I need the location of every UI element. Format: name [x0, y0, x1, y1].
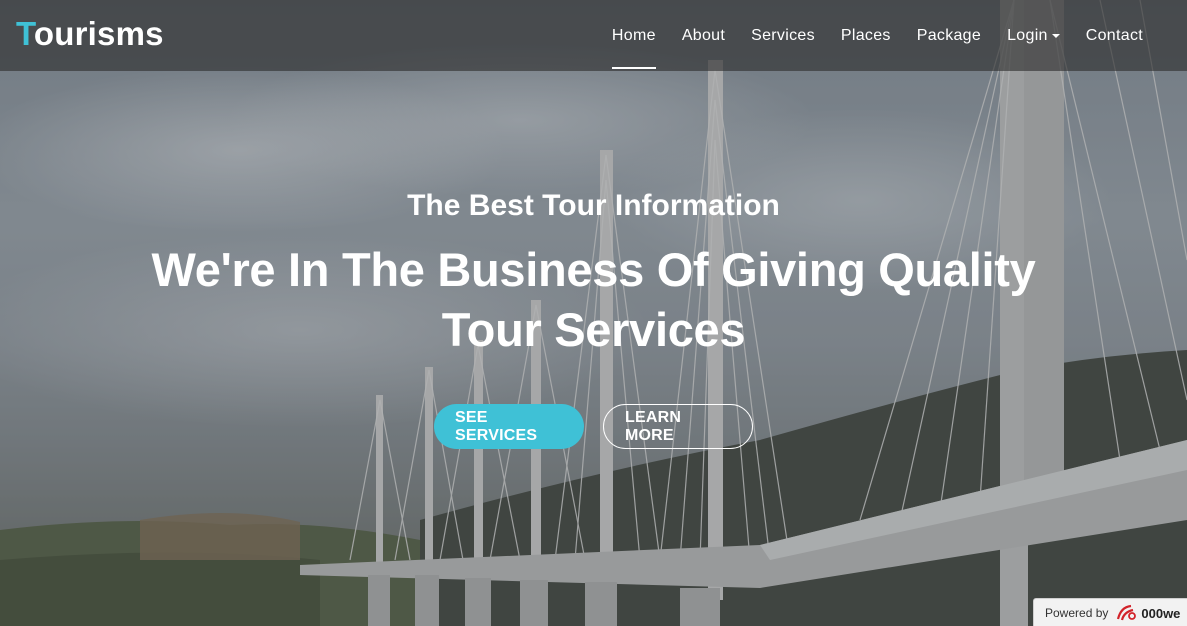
- hero-headline: We're In The Business Of Giving Quality …: [151, 243, 1036, 356]
- hero-cta-group: SEE SERVICES LEARN MORE: [0, 404, 1187, 449]
- see-services-button[interactable]: SEE SERVICES: [434, 404, 584, 449]
- nav-item-home[interactable]: Home: [611, 0, 656, 71]
- nav-label: About: [681, 26, 726, 44]
- nav-label: Services: [751, 26, 815, 44]
- nav-label: Places: [840, 26, 891, 44]
- nav-item-places[interactable]: Places: [841, 0, 891, 71]
- learn-more-button[interactable]: LEARN MORE: [603, 404, 753, 449]
- brand-initial: T: [16, 15, 34, 52]
- caret-down-icon: [1051, 33, 1060, 38]
- nav-item-about[interactable]: About: [682, 0, 725, 71]
- main-nav: Home About Services Places Package Login…: [586, 0, 1143, 71]
- nav-item-package[interactable]: Package: [917, 0, 981, 71]
- powered-by-label: Powered by: [1045, 606, 1109, 620]
- nav-item-login[interactable]: Login: [1007, 0, 1060, 71]
- nav-label: Home: [611, 26, 656, 44]
- host-brand-name: 000we: [1141, 605, 1181, 621]
- nav-item-contact[interactable]: Contact: [1086, 0, 1143, 71]
- hero-kicker: The Best Tour Information: [407, 189, 780, 222]
- nav-label: Contact: [1085, 26, 1143, 44]
- nav-label: Package: [916, 26, 982, 44]
- brand-rest: ourisms: [33, 15, 164, 52]
- brand-logo[interactable]: Tourisms: [16, 14, 164, 54]
- powered-by-badge[interactable]: Powered by 000we: [1033, 598, 1187, 626]
- navbar: Tourisms Home About Services Places Pack…: [0, 0, 1187, 71]
- nav-item-services[interactable]: Services: [751, 0, 815, 71]
- hero-content: The Best Tour Information We're In The B…: [0, 180, 1187, 360]
- nav-label: Login: [1007, 26, 1048, 44]
- host-logo-icon: [1115, 604, 1137, 622]
